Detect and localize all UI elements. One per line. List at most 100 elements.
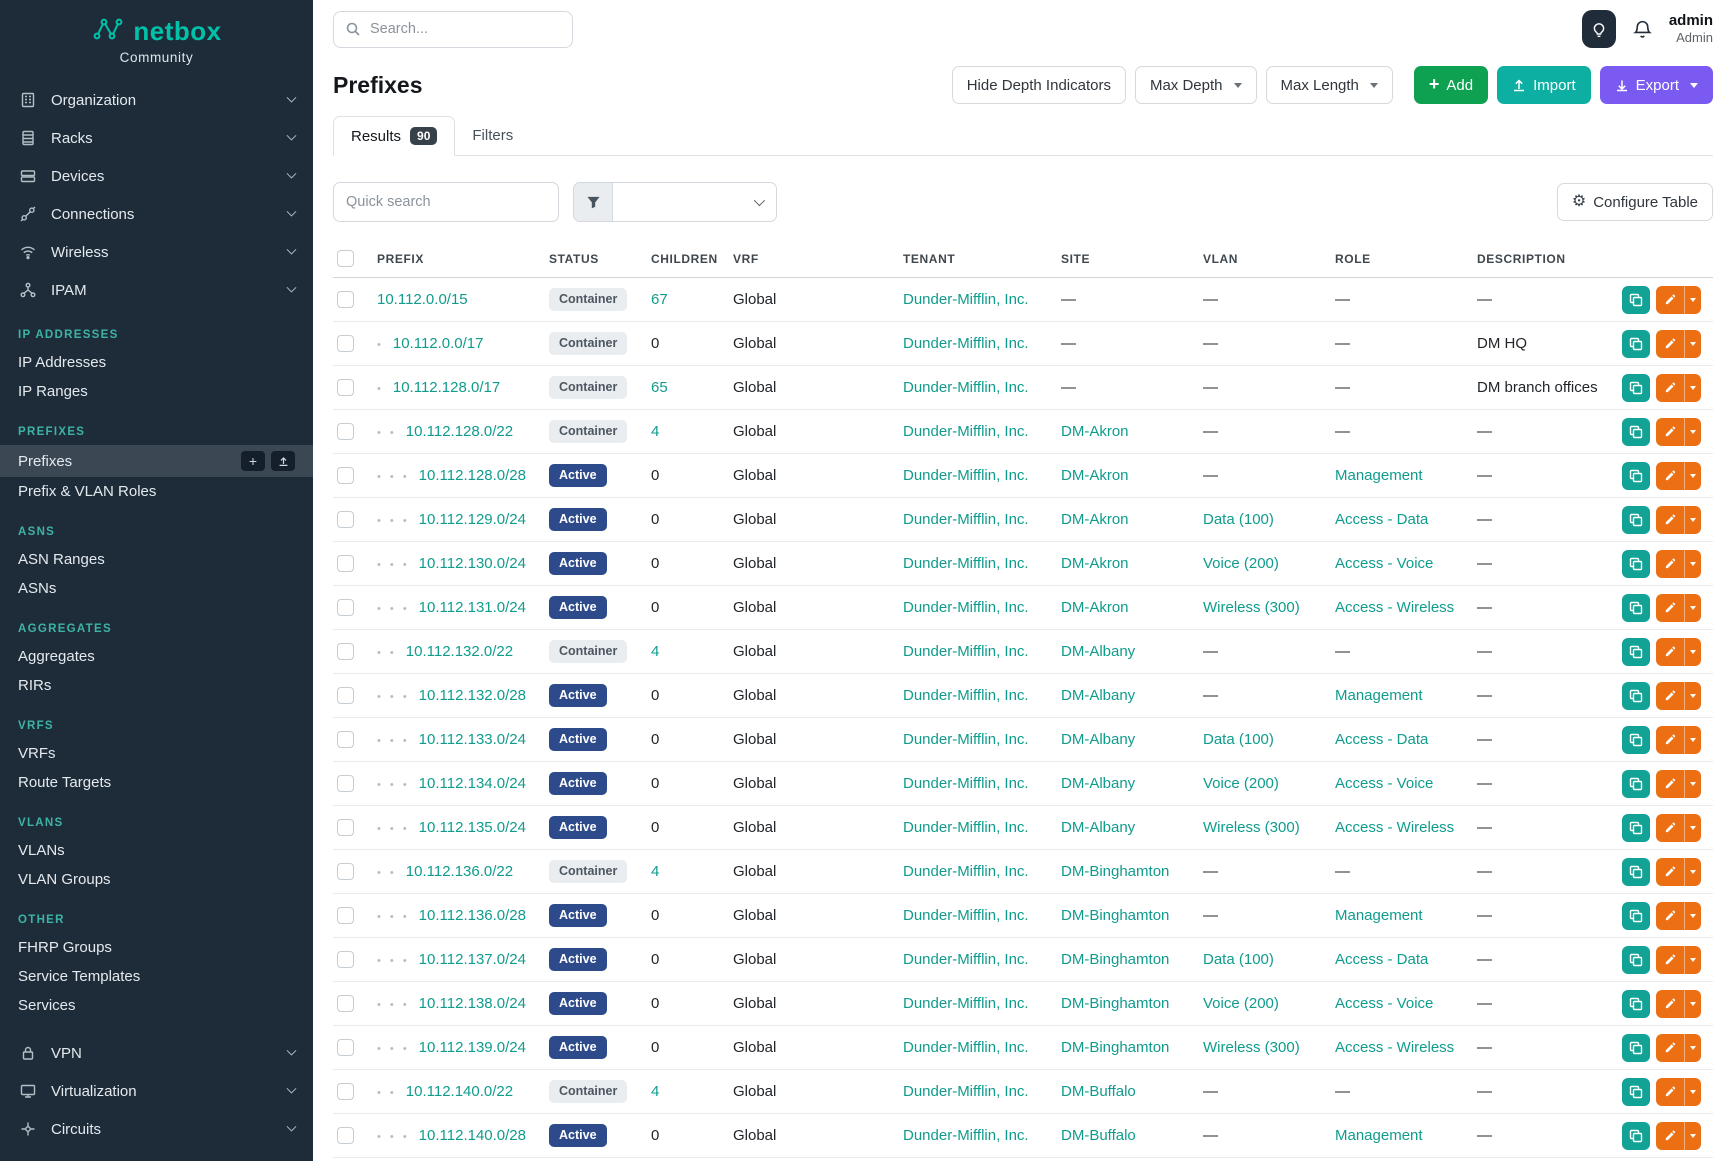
row-checkbox[interactable] bbox=[337, 379, 354, 396]
prefix-link[interactable]: 10.112.128.0/28 bbox=[419, 467, 526, 484]
column-header-site[interactable]: SITE bbox=[1061, 240, 1203, 278]
edit-dropdown-button[interactable] bbox=[1684, 726, 1701, 754]
clone-button[interactable] bbox=[1622, 682, 1650, 710]
edit-dropdown-button[interactable] bbox=[1684, 990, 1701, 1018]
edit-dropdown-button[interactable] bbox=[1684, 814, 1701, 842]
prefix-link[interactable]: 10.112.135.0/24 bbox=[419, 819, 526, 836]
role-link[interactable]: Access - Data bbox=[1335, 951, 1428, 968]
site-link[interactable]: DM-Akron bbox=[1061, 511, 1129, 528]
edit-button[interactable] bbox=[1656, 638, 1684, 666]
tenant-link[interactable]: Dunder-Mifflin, Inc. bbox=[903, 951, 1029, 968]
site-link[interactable]: DM-Binghamton bbox=[1061, 951, 1169, 968]
edit-button[interactable] bbox=[1656, 726, 1684, 754]
column-header-vlan[interactable]: VLAN bbox=[1203, 240, 1335, 278]
configure-table-button[interactable]: ⚙ Configure Table bbox=[1557, 183, 1713, 221]
prefix-link[interactable]: 10.112.136.0/22 bbox=[406, 863, 513, 880]
tenant-link[interactable]: Dunder-Mifflin, Inc. bbox=[903, 423, 1029, 440]
role-link[interactable]: Management bbox=[1335, 907, 1423, 924]
prefix-link[interactable]: 10.112.132.0/22 bbox=[406, 643, 513, 660]
clone-button[interactable] bbox=[1622, 902, 1650, 930]
row-checkbox[interactable] bbox=[337, 995, 354, 1012]
clone-button[interactable] bbox=[1622, 946, 1650, 974]
tenant-link[interactable]: Dunder-Mifflin, Inc. bbox=[903, 819, 1029, 836]
sidebar-item-vpn[interactable]: VPN bbox=[0, 1034, 313, 1072]
edit-button[interactable] bbox=[1656, 418, 1684, 446]
site-link[interactable]: DM-Buffalo bbox=[1061, 1083, 1136, 1100]
clone-button[interactable] bbox=[1622, 1122, 1650, 1150]
tenant-link[interactable]: Dunder-Mifflin, Inc. bbox=[903, 555, 1029, 572]
row-checkbox[interactable] bbox=[337, 335, 354, 352]
row-checkbox[interactable] bbox=[337, 599, 354, 616]
row-checkbox[interactable] bbox=[337, 687, 354, 704]
quick-import-button[interactable] bbox=[271, 451, 295, 471]
global-search-input[interactable] bbox=[333, 11, 573, 48]
brand[interactable]: netbox Community bbox=[0, 0, 313, 67]
role-link[interactable]: Access - Wireless bbox=[1335, 599, 1454, 616]
edit-button[interactable] bbox=[1656, 858, 1684, 886]
clone-button[interactable] bbox=[1622, 1078, 1650, 1106]
row-checkbox[interactable] bbox=[337, 291, 354, 308]
clone-button[interactable] bbox=[1622, 418, 1650, 446]
children-link[interactable]: 67 bbox=[651, 291, 668, 308]
clone-button[interactable] bbox=[1622, 858, 1650, 886]
column-header-description[interactable]: DESCRIPTION bbox=[1477, 240, 1609, 278]
site-link[interactable]: DM-Binghamton bbox=[1061, 995, 1169, 1012]
row-checkbox[interactable] bbox=[337, 731, 354, 748]
row-checkbox[interactable] bbox=[337, 511, 354, 528]
clone-button[interactable] bbox=[1622, 1034, 1650, 1062]
row-checkbox[interactable] bbox=[337, 863, 354, 880]
edit-dropdown-button[interactable] bbox=[1684, 858, 1701, 886]
edit-button[interactable] bbox=[1656, 1034, 1684, 1062]
edit-dropdown-button[interactable] bbox=[1684, 462, 1701, 490]
edit-dropdown-button[interactable] bbox=[1684, 286, 1701, 314]
sidebar-item-ip-ranges[interactable]: IP Ranges bbox=[0, 377, 313, 406]
tenant-link[interactable]: Dunder-Mifflin, Inc. bbox=[903, 775, 1029, 792]
site-link[interactable]: DM-Albany bbox=[1061, 687, 1135, 704]
edit-button[interactable] bbox=[1656, 682, 1684, 710]
column-header-status[interactable]: STATUS bbox=[549, 240, 651, 278]
sidebar-item-vlan-groups[interactable]: VLAN Groups bbox=[0, 865, 313, 894]
prefix-link[interactable]: 10.112.128.0/17 bbox=[393, 379, 500, 396]
max-length-dropdown[interactable]: Max Length bbox=[1266, 66, 1393, 104]
vlan-link[interactable]: Data (100) bbox=[1203, 951, 1274, 968]
edit-dropdown-button[interactable] bbox=[1684, 550, 1701, 578]
role-link[interactable]: Access - Voice bbox=[1335, 555, 1433, 572]
prefix-link[interactable]: 10.112.140.0/28 bbox=[419, 1127, 526, 1144]
column-header-tenant[interactable]: TENANT bbox=[903, 240, 1061, 278]
edit-button[interactable] bbox=[1656, 286, 1684, 314]
edit-button[interactable] bbox=[1656, 330, 1684, 358]
role-link[interactable]: Access - Voice bbox=[1335, 775, 1433, 792]
prefix-link[interactable]: 10.112.133.0/24 bbox=[419, 731, 526, 748]
prefix-link[interactable]: 10.112.132.0/28 bbox=[419, 687, 526, 704]
add-button[interactable]: +Add bbox=[1414, 66, 1488, 104]
tab-results[interactable]: Results 90 bbox=[333, 116, 455, 156]
sidebar-item-asns[interactable]: ASNs bbox=[0, 574, 313, 603]
edit-button[interactable] bbox=[1656, 506, 1684, 534]
notifications-bell-icon[interactable] bbox=[1632, 19, 1653, 40]
site-link[interactable]: DM-Akron bbox=[1061, 467, 1129, 484]
role-link[interactable]: Access - Voice bbox=[1335, 995, 1433, 1012]
sidebar-item-ipam[interactable]: IPAM bbox=[0, 271, 313, 309]
row-checkbox[interactable] bbox=[337, 951, 354, 968]
prefix-link[interactable]: 10.112.131.0/24 bbox=[419, 599, 526, 616]
children-link[interactable]: 4 bbox=[651, 1083, 659, 1100]
edit-button[interactable] bbox=[1656, 1122, 1684, 1150]
clone-button[interactable] bbox=[1622, 506, 1650, 534]
sidebar-item-prefixes[interactable]: Prefixes + bbox=[0, 445, 313, 477]
row-checkbox[interactable] bbox=[337, 467, 354, 484]
role-link[interactable]: Management bbox=[1335, 687, 1423, 704]
role-link[interactable]: Management bbox=[1335, 467, 1423, 484]
tenant-link[interactable]: Dunder-Mifflin, Inc. bbox=[903, 335, 1029, 352]
sidebar-item-devices[interactable]: Devices bbox=[0, 157, 313, 195]
sidebar-item-vlans[interactable]: VLANs bbox=[0, 836, 313, 865]
row-checkbox[interactable] bbox=[337, 643, 354, 660]
edit-dropdown-button[interactable] bbox=[1684, 638, 1701, 666]
clone-button[interactable] bbox=[1622, 814, 1650, 842]
edit-dropdown-button[interactable] bbox=[1684, 374, 1701, 402]
edit-dropdown-button[interactable] bbox=[1684, 330, 1701, 358]
edit-button[interactable] bbox=[1656, 594, 1684, 622]
site-link[interactable]: DM-Binghamton bbox=[1061, 1039, 1169, 1056]
saved-filter-select[interactable] bbox=[613, 182, 777, 222]
export-dropdown[interactable]: Export bbox=[1600, 66, 1713, 104]
row-checkbox[interactable] bbox=[337, 819, 354, 836]
